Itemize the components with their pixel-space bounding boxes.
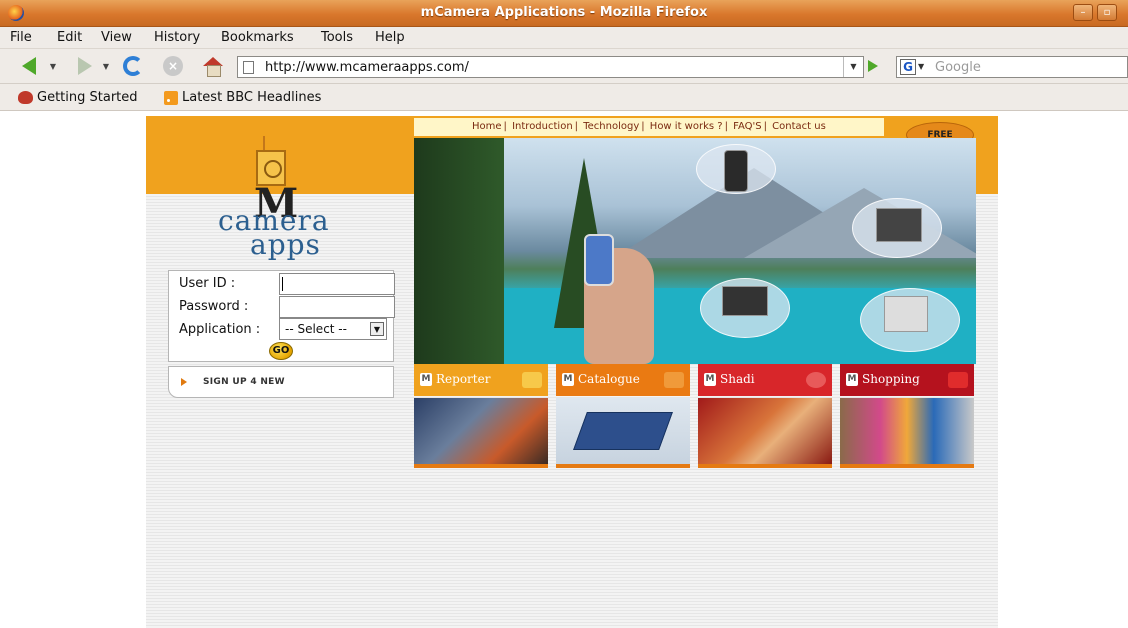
menu-history[interactable]: History <box>154 30 200 45</box>
phone-device-icon <box>724 150 748 192</box>
m-logo-icon: M <box>846 373 858 386</box>
menu-bar: File Edit View History Bookmarks Tools H… <box>0 27 1128 49</box>
application-select[interactable]: -- Select -- ▼ <box>279 318 387 340</box>
bookmark-bbc-headlines[interactable]: Latest BBC Headlines <box>164 90 321 105</box>
laptop-device-icon <box>722 286 768 316</box>
go-arrow-button[interactable] <box>868 60 878 72</box>
bookmarks-toolbar: Getting Started Latest BBC Headlines <box>0 84 1128 111</box>
nav-home[interactable]: Home <box>472 121 502 132</box>
google-engine-icon[interactable]: G <box>900 59 916 75</box>
forward-button[interactable] <box>72 54 98 78</box>
catalogue-thumbnail[interactable] <box>556 398 690 464</box>
text-cursor <box>282 277 283 291</box>
user-id-input[interactable] <box>279 273 395 295</box>
bookmark-getting-started[interactable]: Getting Started <box>18 90 138 105</box>
bookmark-label: Getting Started <box>37 90 138 105</box>
search-bar[interactable]: G ▼ Google <box>896 56 1128 78</box>
logo-antenna <box>263 136 265 150</box>
menu-view[interactable]: View <box>101 30 132 45</box>
home-button[interactable] <box>200 54 226 78</box>
url-text[interactable]: http://www.mcameraapps.com/ <box>265 60 469 75</box>
select-dropdown-icon[interactable]: ▼ <box>370 322 384 336</box>
site-nav: Home | Introduction | Technology | How it w… <box>414 118 884 136</box>
reporter-thumbnail[interactable] <box>414 398 548 464</box>
nav-faqs[interactable]: FAQ'S <box>733 121 761 132</box>
home-icon <box>203 57 223 77</box>
maximize-button[interactable]: ▫ <box>1097 4 1117 21</box>
m-logo-icon: M <box>562 373 574 386</box>
category-label: Reporter <box>436 372 491 386</box>
signup-label[interactable]: SIGN UP 4 NEW <box>203 377 285 387</box>
menu-edit[interactable]: Edit <box>57 30 82 45</box>
signup-link[interactable]: SIGN UP 4 NEW <box>168 366 394 398</box>
category-reporter[interactable]: M Reporter <box>414 364 548 396</box>
pda-device-icon <box>876 208 922 242</box>
bookmark-label: Latest BBC Headlines <box>182 90 322 105</box>
category-shopping[interactable]: M Shopping <box>840 364 974 396</box>
m-logo-icon: M <box>704 373 716 386</box>
user-id-label: User ID : <box>179 276 236 291</box>
category-label: Shopping <box>862 372 920 386</box>
menu-file[interactable]: File <box>10 30 32 45</box>
arrow-bullet-icon <box>181 378 187 386</box>
catalogue-books-image <box>573 412 673 450</box>
back-arrow-icon <box>22 57 36 75</box>
page-icon <box>243 61 254 74</box>
category-shadi[interactable]: M Shadi <box>698 364 832 396</box>
minimize-button[interactable]: – <box>1073 4 1093 21</box>
menu-bookmarks[interactable]: Bookmarks <box>221 30 294 45</box>
reload-icon <box>123 56 143 76</box>
forest-shape <box>414 138 504 364</box>
back-history-dropdown[interactable]: ▼ <box>47 54 59 78</box>
password-input[interactable] <box>279 296 395 318</box>
url-bar[interactable]: http://www.mcameraapps.com/ ▼ <box>237 56 864 78</box>
category-label: Catalogue <box>578 372 640 386</box>
application-label: Application : <box>179 322 261 337</box>
site-container: M camera apps Home | Introduction | Techno… <box>146 116 998 628</box>
m-logo-icon: M <box>420 373 432 386</box>
nav-how-it-works[interactable]: How it works ? <box>650 121 723 132</box>
dropdown-icon: ▼ <box>49 61 57 71</box>
login-form: User ID : Password : Application : -- Se… <box>168 270 395 362</box>
back-button[interactable] <box>14 54 44 78</box>
dropdown-icon: ▼ <box>102 61 110 71</box>
rss-feed-icon <box>164 90 178 105</box>
stop-icon: × <box>163 56 183 76</box>
stop-button[interactable]: × <box>160 54 186 78</box>
nav-contact-us[interactable]: Contact us <box>772 121 826 132</box>
thumbnail-underline <box>556 464 690 468</box>
application-selected-value: -- Select -- <box>285 322 347 336</box>
shopping-bag-icon <box>948 372 968 388</box>
page-content: M camera apps Home | Introduction | Techno… <box>0 112 1128 628</box>
hearts-icon <box>806 372 826 388</box>
firefox-bookmark-icon <box>18 91 33 104</box>
nav-introduction[interactable]: Introduction <box>512 121 573 132</box>
thumbnail-underline <box>698 464 832 468</box>
hero-banner-image <box>414 138 976 364</box>
shopping-thumbnail[interactable] <box>840 398 974 464</box>
forward-history-dropdown[interactable]: ▼ <box>100 54 112 78</box>
desktop-computer-icon <box>884 296 928 332</box>
reload-button[interactable] <box>120 54 146 78</box>
window-title-bar: mCamera Applications - Mozilla Firefox –… <box>0 0 1128 27</box>
hand-phone-icon <box>584 234 614 286</box>
forward-arrow-icon <box>78 57 92 75</box>
go-button[interactable]: GO <box>269 342 293 360</box>
thumbnail-underline <box>840 464 974 468</box>
logo-text-apps: apps <box>250 228 321 261</box>
shadi-thumbnail[interactable] <box>698 398 832 464</box>
nav-technology[interactable]: Technology <box>583 121 639 132</box>
password-label: Password : <box>179 299 249 314</box>
search-placeholder[interactable]: Google <box>935 60 981 75</box>
book-icon <box>664 372 684 388</box>
menu-help[interactable]: Help <box>375 30 405 45</box>
category-catalogue[interactable]: M Catalogue <box>556 364 690 396</box>
thumbnail-underline <box>414 464 548 468</box>
engine-dropdown-icon[interactable]: ▼ <box>918 59 924 75</box>
window-title: mCamera Applications - Mozilla Firefox <box>420 5 708 20</box>
category-label: Shadi <box>720 372 755 386</box>
menu-tools[interactable]: Tools <box>321 30 353 45</box>
folder-icon <box>522 372 542 388</box>
url-history-dropdown[interactable]: ▼ <box>843 57 863 77</box>
